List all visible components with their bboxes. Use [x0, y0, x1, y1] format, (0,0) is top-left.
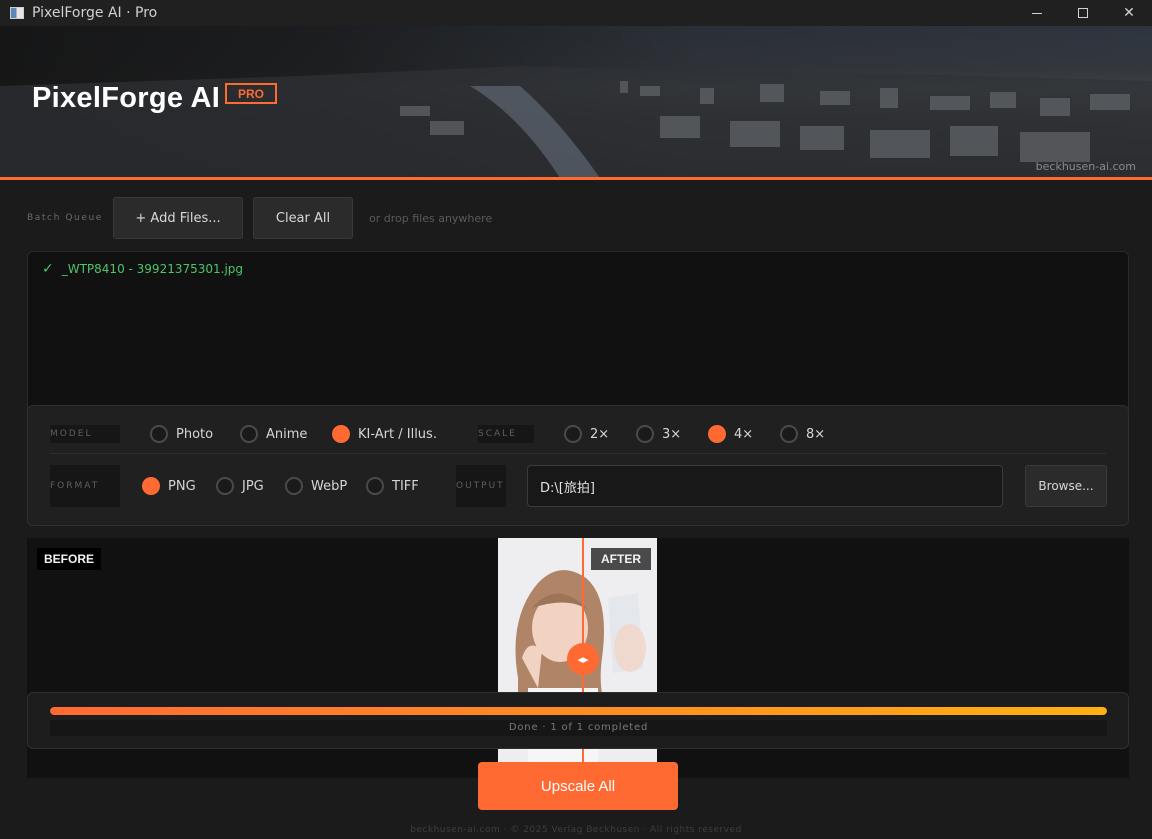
app-icon [10, 7, 24, 19]
format-option-tiff[interactable]: TIFF [366, 477, 419, 495]
radio-icon [285, 477, 303, 495]
batch-queue-label: Batch Queue [27, 213, 103, 223]
format-label: FORMAT [50, 465, 120, 507]
progress-status-area: Done · 1 of 1 completed [50, 720, 1107, 736]
browse-button[interactable]: Browse... [1025, 465, 1107, 507]
file-queue-list[interactable]: ✓ _WTP8410 - 39921375301.jpg [27, 251, 1129, 413]
after-label: AFTER [591, 548, 651, 570]
clear-all-button[interactable]: Clear All [253, 197, 353, 239]
radio-icon [366, 477, 384, 495]
before-label: BEFORE [37, 548, 101, 570]
comparison-slider-handle[interactable]: ◂▸ [567, 643, 599, 675]
scale-label: SCALE [478, 425, 534, 443]
progress-panel: Done · 1 of 1 completed [27, 692, 1129, 749]
close-icon: ✕ [1123, 5, 1135, 21]
radio-selected-icon [708, 425, 726, 443]
radio-label: WebP [311, 478, 348, 494]
radio-icon [564, 425, 582, 443]
options-divider [50, 453, 1106, 454]
file-name: _WTP8410 - 39921375301.jpg [61, 262, 244, 276]
model-option-ki-art[interactable]: KI-Art / Illus. [332, 425, 437, 443]
header-banner: PixelForge AI PRO beckhusen-ai.com [0, 26, 1152, 178]
options-panel: MODEL Photo Anime KI-Art / Illus. SCALE … [27, 405, 1129, 526]
radio-label: KI-Art / Illus. [358, 426, 437, 442]
maximize-icon [1078, 8, 1088, 18]
format-option-jpg[interactable]: JPG [216, 477, 264, 495]
scale-option-3x[interactable]: 3× [636, 425, 681, 443]
window-controls: ✕ [1014, 0, 1152, 26]
scale-option-2x[interactable]: 2× [564, 425, 609, 443]
minimize-icon [1032, 12, 1042, 14]
radio-label: Anime [266, 426, 308, 442]
format-option-webp[interactable]: WebP [285, 477, 347, 495]
model-option-anime[interactable]: Anime [240, 425, 307, 443]
banner-accent-line [0, 177, 1152, 180]
scale-option-4x[interactable]: 4× [708, 425, 753, 443]
radio-label: 4× [734, 426, 754, 442]
model-option-photo[interactable]: Photo [150, 425, 213, 443]
scale-option-8x[interactable]: 8× [780, 425, 825, 443]
window-title: PixelForge AI · Pro [32, 5, 158, 21]
radio-label: 8× [806, 426, 826, 442]
radio-icon [216, 477, 234, 495]
radio-icon [636, 425, 654, 443]
radio-icon [780, 425, 798, 443]
progress-bar [50, 707, 1107, 715]
banner-site-link: beckhusen-ai.com [1035, 160, 1136, 173]
minimize-button[interactable] [1014, 0, 1060, 26]
radio-label: PNG [168, 478, 196, 494]
radio-selected-icon [332, 425, 350, 443]
radio-label: TIFF [392, 478, 419, 494]
app-title: PixelForge AI [32, 82, 221, 114]
upscale-all-button[interactable]: Upscale All [478, 762, 678, 810]
progress-status-text: Done · 1 of 1 completed [508, 722, 649, 733]
model-label: MODEL [50, 425, 120, 443]
list-item[interactable]: ✓ _WTP8410 - 39921375301.jpg [42, 261, 243, 277]
maximize-button[interactable] [1060, 0, 1106, 26]
footer-text: beckhusen-ai.com · © 2025 Verlag Beckhus… [410, 825, 742, 835]
radio-label: JPG [242, 478, 264, 494]
drag-arrows-icon: ◂▸ [577, 652, 589, 666]
drop-hint: or drop files anywhere [369, 212, 493, 225]
radio-label: 2× [590, 426, 610, 442]
pro-badge: PRO [225, 83, 277, 104]
radio-icon [240, 425, 258, 443]
radio-label: Photo [176, 426, 214, 442]
radio-label: 3× [662, 426, 682, 442]
checkmark-icon: ✓ [42, 261, 54, 277]
output-label: OUTPUT [456, 465, 506, 507]
add-files-button[interactable]: + Add Files... [113, 197, 243, 239]
radio-selected-icon [142, 477, 160, 495]
format-option-png[interactable]: PNG [142, 477, 196, 495]
progress-bar-fill [50, 707, 1107, 715]
title-bar: PixelForge AI · Pro ✕ [0, 0, 1152, 26]
close-button[interactable]: ✕ [1106, 0, 1152, 26]
radio-icon [150, 425, 168, 443]
output-path-field[interactable]: D:\[旅拍] [527, 465, 1003, 507]
